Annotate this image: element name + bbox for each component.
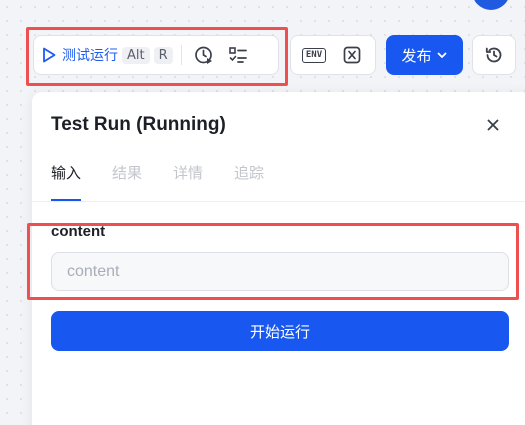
tab-input[interactable]: 输入 — [51, 162, 82, 201]
content-input[interactable] — [51, 252, 509, 291]
tab-divider — [32, 201, 525, 202]
start-run-button[interactable]: 开始运行 — [51, 311, 509, 351]
tab-trace[interactable]: 追踪 — [234, 162, 264, 201]
tab-details[interactable]: 详情 — [173, 162, 203, 201]
shortcut-key: R — [153, 46, 173, 64]
clock-play-icon — [194, 46, 212, 64]
version-history-button[interactable] — [472, 35, 516, 75]
chevron-down-icon — [437, 52, 446, 58]
toolbar-divider — [180, 45, 182, 65]
close-icon — [487, 119, 499, 131]
shortcut-alt: Alt — [122, 46, 150, 64]
test-run-panel: Test Run (Running) 输入 结果 详情 追踪 content 开… — [32, 92, 525, 425]
variable-x-icon — [343, 46, 361, 64]
panel-tabs: 输入 结果 详情 追踪 — [51, 162, 264, 201]
publish-label: 发布 — [401, 46, 432, 65]
user-avatar[interactable] — [472, 0, 510, 10]
test-run-toolbar: 测试运行 Alt R — [33, 35, 279, 75]
content-field-label: content — [51, 223, 106, 240]
history-icon — [485, 47, 502, 63]
variable-button[interactable] — [338, 41, 366, 69]
run-history-button[interactable] — [190, 41, 218, 69]
test-run-button[interactable]: 测试运行 — [42, 45, 118, 65]
checklist-icon — [228, 47, 247, 63]
close-panel-button[interactable] — [484, 116, 502, 134]
panel-title: Test Run (Running) — [51, 114, 226, 135]
env-toolbar: ENV — [290, 35, 376, 75]
publish-button[interactable]: 发布 — [386, 35, 463, 75]
env-icon: ENV — [301, 47, 327, 63]
test-run-label: 测试运行 — [62, 48, 118, 64]
tab-result[interactable]: 结果 — [112, 162, 142, 201]
play-icon — [42, 47, 56, 63]
env-button[interactable]: ENV — [300, 41, 328, 69]
checklist-button[interactable] — [224, 41, 252, 69]
